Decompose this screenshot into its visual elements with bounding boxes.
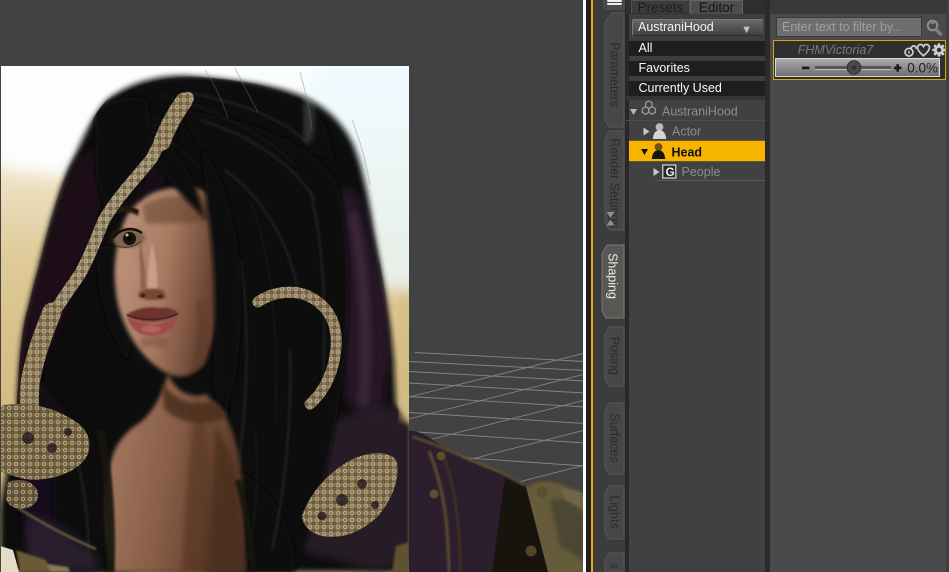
svg-text:Shaping: Shaping [606,253,620,299]
svg-text:Parameters: Parameters [608,42,622,107]
svg-text:People: People [682,165,721,179]
svg-text:Surfaces: Surfaces [608,413,622,462]
svg-text:G: G [666,167,675,179]
svg-text:Posing: Posing [608,337,622,375]
svg-text:Head: Head [672,146,703,160]
svg-text:s: s [608,563,622,569]
svg-text:AustraniHood: AustraniHood [662,105,738,119]
svg-text:Lights: Lights [608,495,622,528]
svg-text:0.0%: 0.0% [907,60,938,75]
svg-text:Actor: Actor [672,125,701,139]
